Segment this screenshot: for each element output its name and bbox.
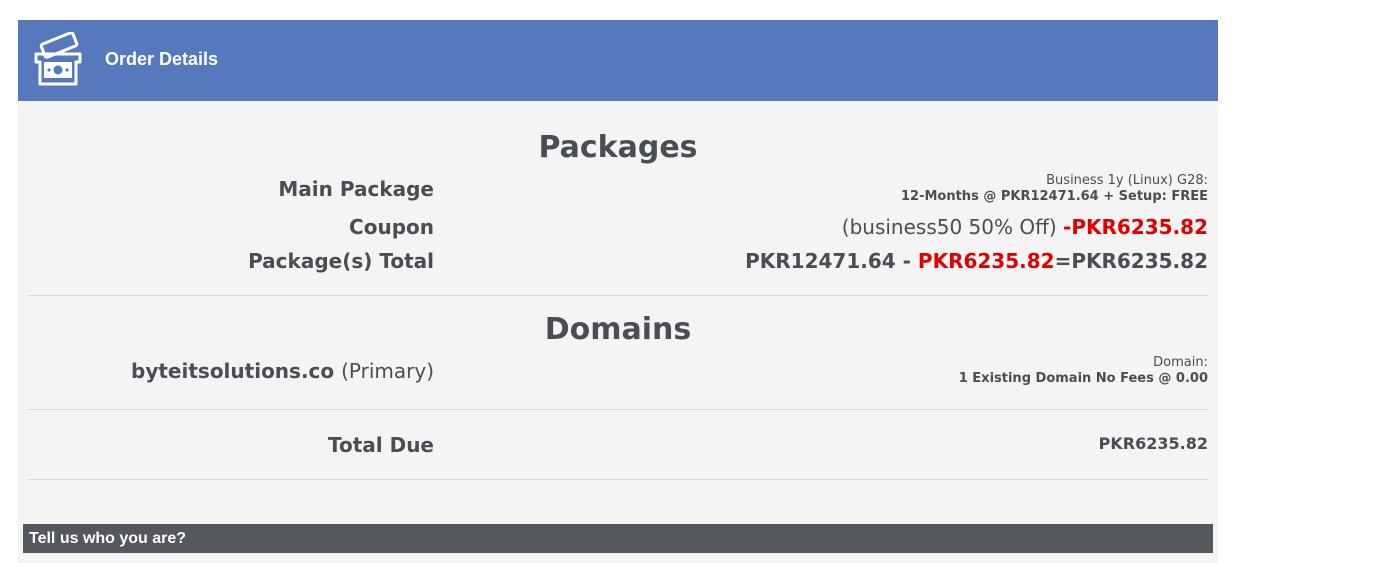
main-package-name: Business 1y (Linux) G28: bbox=[1046, 173, 1208, 188]
coupon-value: (business50 50% Off) -PKR6235.82 bbox=[842, 215, 1208, 239]
domain-item-label: byteitsolutions.co (Primary) bbox=[131, 359, 434, 383]
domain-fee: 1 Existing Domain No Fees @ 0.00 bbox=[958, 371, 1208, 386]
domains-section-title: Domains bbox=[544, 312, 692, 347]
coupon-discount: -PKR6235.82 bbox=[1063, 215, 1208, 239]
domain-primary-tag: (Primary) bbox=[341, 359, 434, 383]
divider bbox=[28, 295, 1208, 296]
packages-subtotal: PKR12471.64 - bbox=[745, 249, 918, 273]
packages-total-label: Package(s) Total bbox=[248, 249, 434, 273]
coupon-description: (business50 50% Off) bbox=[841, 215, 1057, 239]
domain-name: byteitsolutions.co bbox=[131, 359, 335, 383]
main-package-value: Business 1y (Linux) G28: 12-Months @ PKR… bbox=[901, 173, 1208, 205]
customer-info-title: Tell us who you are? bbox=[29, 530, 187, 547]
divider bbox=[28, 479, 1208, 480]
order-details-panel: Order Details Packages Main Package Busi… bbox=[18, 20, 1218, 563]
domain-type: Domain: bbox=[1153, 355, 1208, 370]
packages-section-title: Packages bbox=[538, 130, 698, 165]
packages-total-value: PKR12471.64 - PKR6235.82=PKR6235.82 bbox=[745, 249, 1208, 273]
money-icon bbox=[34, 32, 82, 86]
packages-total-result: =PKR6235.82 bbox=[1054, 249, 1208, 273]
coupon-label: Coupon bbox=[349, 215, 434, 239]
main-package-label: Main Package bbox=[278, 177, 434, 201]
customer-info-section-header: Tell us who you are? bbox=[23, 524, 1213, 553]
total-due-value: PKR6235.82 bbox=[1098, 434, 1208, 453]
domain-item-value: Domain: 1 Existing Domain No Fees @ 0.00 bbox=[959, 355, 1208, 387]
packages-total-discount: PKR6235.82 bbox=[917, 249, 1055, 273]
header-title: Order Details bbox=[105, 49, 219, 69]
order-details-header: Order Details bbox=[18, 20, 1218, 101]
total-due-label: Total Due bbox=[327, 433, 434, 457]
divider bbox=[28, 409, 1208, 410]
main-package-price: 12-Months @ PKR12471.64 + Setup: FREE bbox=[900, 189, 1208, 204]
